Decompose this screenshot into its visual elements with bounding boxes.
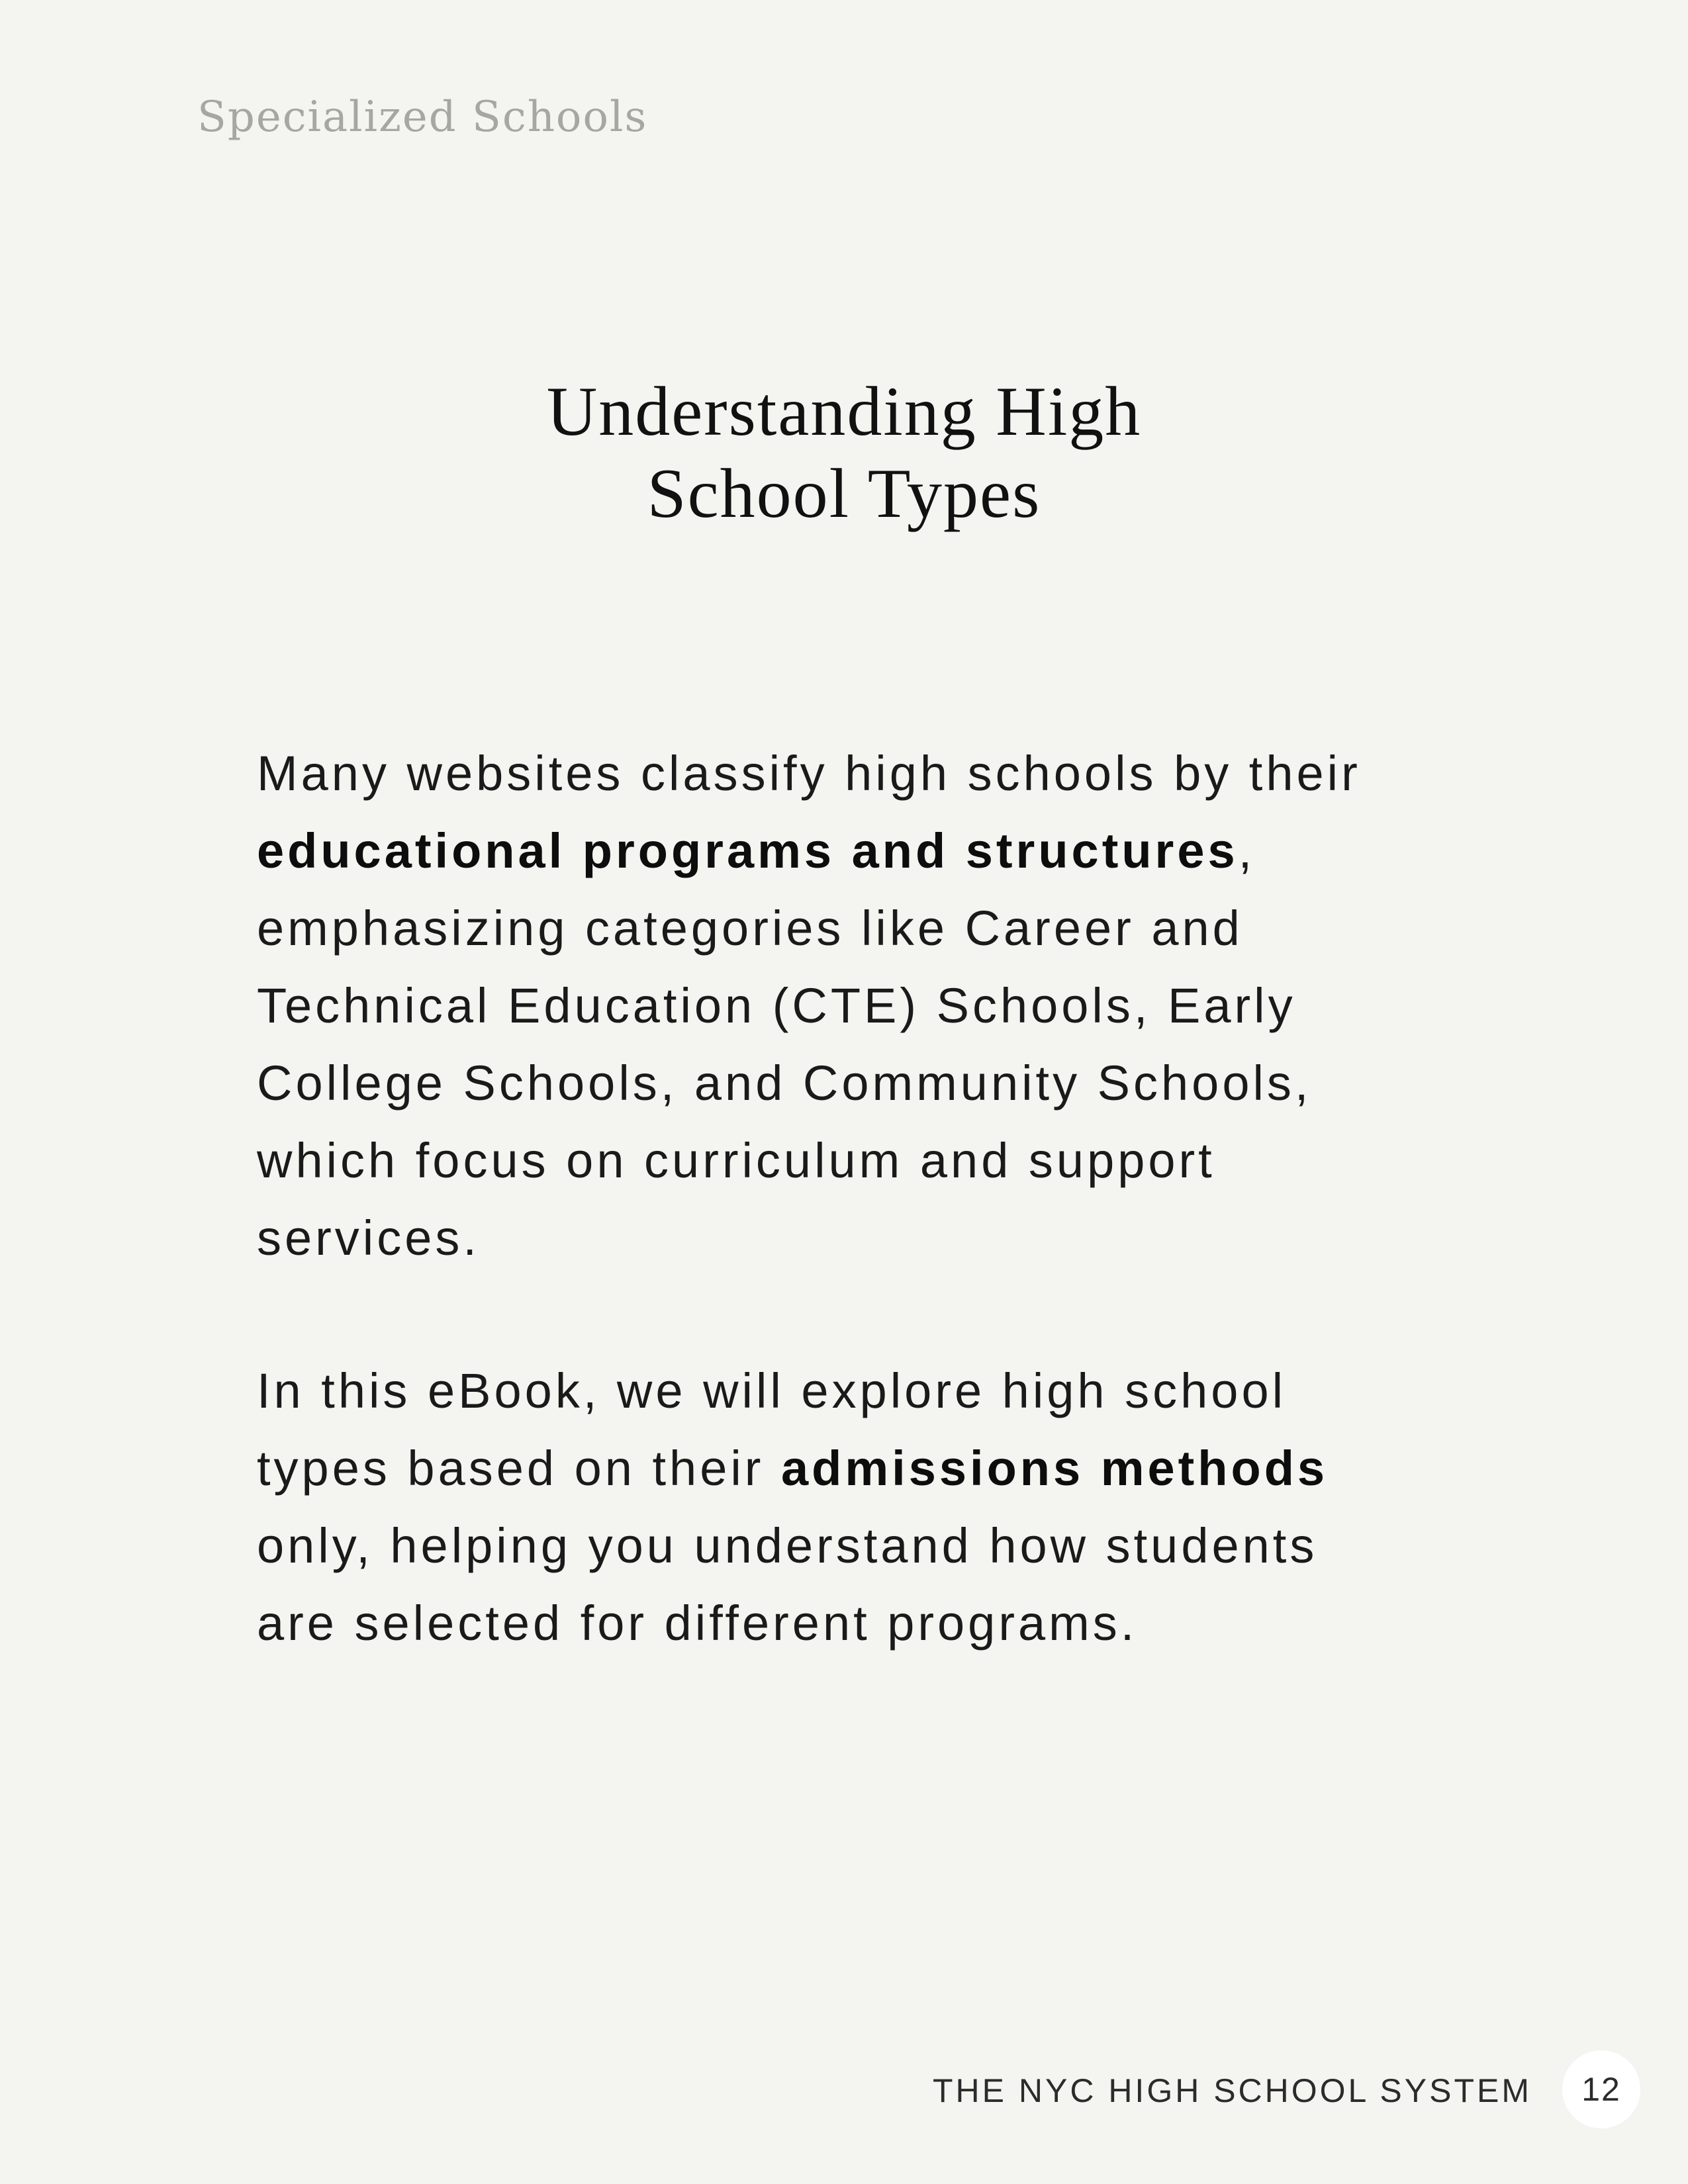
paragraph-line: educational programs and structures,	[257, 812, 1448, 889]
paragraph-line: Many websites classify high schools by t…	[257, 746, 1361, 801]
intro-paragraph: Many websites classify high schools by t…	[257, 735, 1448, 1277]
paragraph-line: are selected for different programs.	[257, 1596, 1138, 1651]
emphasis-text: educational programs and structures	[257, 823, 1239, 878]
paragraph-line: which focus on curriculum and support	[257, 1133, 1215, 1188]
page-title-line-1: Understanding High	[546, 373, 1142, 450]
paragraph-line: services.	[257, 1210, 480, 1265]
scope-paragraph: In this eBook, we will explore high scho…	[257, 1352, 1448, 1662]
section-label: Specialized Schools	[197, 93, 648, 142]
punctuation: ,	[1238, 823, 1256, 878]
paragraph-line: only, helping you understand how student…	[257, 1518, 1318, 1573]
paragraph-line: In this eBook, we will explore high scho…	[257, 1363, 1287, 1418]
paragraph-line: College Schools, and Community Schools,	[257, 1056, 1312, 1111]
paragraph-line: types based on their admissions methods	[257, 1430, 1448, 1507]
paragraph-text: types based on their	[257, 1441, 781, 1496]
emphasis-text: admissions methods	[781, 1441, 1329, 1496]
page-title: Understanding High School Types	[0, 371, 1688, 535]
footer-book-title: THE NYC HIGH SCHOOL SYSTEM	[932, 2072, 1532, 2109]
page-number: 12	[1581, 2071, 1621, 2108]
page-number-badge: 12	[1562, 2050, 1640, 2128]
paragraph-line: emphasizing categories like Career and	[257, 901, 1243, 956]
page-title-line-2: School Types	[647, 455, 1041, 532]
paragraph-line: Technical Education (CTE) Schools, Early	[257, 978, 1296, 1033]
